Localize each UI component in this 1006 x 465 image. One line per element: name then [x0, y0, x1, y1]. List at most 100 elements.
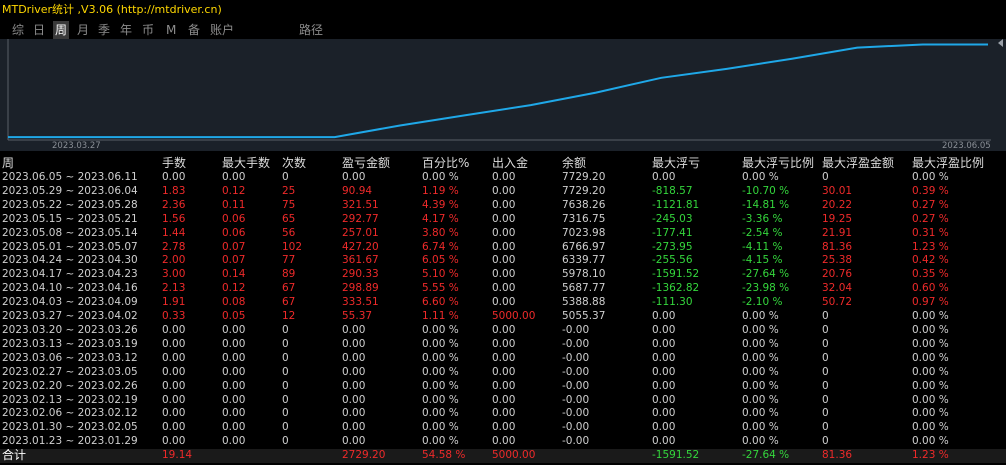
- column-header[interactable]: 最大浮盈金额: [820, 156, 910, 171]
- table-cell: 2023.02.06 ~ 2023.02.12: [2, 407, 138, 420]
- table-cell: 0.00 %: [422, 351, 459, 364]
- table-cell: 0.00: [342, 407, 366, 420]
- table-cell: 81.36: [820, 449, 910, 464]
- table-cell: 1.23 %: [912, 240, 949, 253]
- column-header[interactable]: 手数: [160, 156, 220, 171]
- table-cell: 5000.00: [490, 449, 560, 464]
- table-cell: 0: [822, 379, 829, 392]
- table-cell: 0.00: [652, 351, 676, 364]
- tab-3[interactable]: 月: [77, 21, 89, 39]
- table-cell: 2023.04.24 ~ 2023.04.30: [2, 254, 138, 267]
- table-row[interactable]: 2023.02.27 ~ 2023.03.05 0.00 0.00 0 0.00 0.00…: [0, 366, 1006, 380]
- tab-7[interactable]: M: [166, 21, 176, 39]
- table-cell: 2.00: [162, 254, 186, 267]
- table-cell: 0.00: [492, 268, 516, 281]
- table-row[interactable]: 2023.03.13 ~ 2023.03.19 0.00 0.00 0 0.00 0.00…: [0, 338, 1006, 352]
- table-row[interactable]: 2023.03.06 ~ 2023.03.12 0.00 0.00 0 0.00 0.00…: [0, 352, 1006, 366]
- table-cell: 0: [282, 365, 289, 378]
- table-cell: 3.00: [162, 268, 186, 281]
- table-cell: 2023.05.29 ~ 2023.06.04: [2, 184, 138, 197]
- table-row[interactable]: 2023.06.05 ~ 2023.06.11 0.00 0.00 0 0.00 0.00…: [0, 171, 1006, 185]
- table-row[interactable]: 2023.05.08 ~ 2023.05.14 1.44 0.06 56 257.01 3…: [0, 227, 1006, 241]
- column-header[interactable]: 余额: [560, 156, 650, 171]
- table-row[interactable]: 2023.04.10 ~ 2023.04.16 2.13 0.12 67 298.89 5…: [0, 282, 1006, 296]
- table-cell: 0: [822, 393, 829, 406]
- table-cell: 0.00: [162, 171, 186, 183]
- table-cell: 298.89: [342, 282, 379, 295]
- table-cell: 0.00: [162, 323, 186, 336]
- total-row[interactable]: 合计 19.14 2729.20 54.58 % 5000.00 -1591.52 -27.…: [0, 449, 1006, 464]
- table-cell: 333.51: [342, 296, 379, 309]
- tab-6[interactable]: 币: [142, 21, 154, 39]
- table-cell: 2023.05.22 ~ 2023.05.28: [2, 198, 138, 211]
- table-cell: 0.39 %: [912, 184, 949, 197]
- column-header[interactable]: 次数: [280, 156, 340, 171]
- table-cell: 0: [282, 171, 289, 183]
- table-row[interactable]: 2023.05.29 ~ 2023.06.04 1.83 0.12 25 90.94 1.…: [0, 185, 1006, 199]
- table-cell: 0.00 %: [422, 379, 459, 392]
- table-cell: 77: [282, 254, 296, 267]
- table-row[interactable]: 2023.01.30 ~ 2023.02.05 0.00 0.00 0 0.00 0.00…: [0, 421, 1006, 435]
- table-row[interactable]: 2023.04.03 ~ 2023.04.09 1.91 0.08 67 333.51 6…: [0, 296, 1006, 310]
- table-cell: 30.01: [822, 184, 853, 197]
- column-header[interactable]: 百分比%: [420, 156, 490, 171]
- column-header[interactable]: 最大浮亏: [650, 156, 740, 171]
- table-row[interactable]: 2023.02.13 ~ 2023.02.19 0.00 0.00 0 0.00 0.00…: [0, 394, 1006, 408]
- column-header[interactable]: 周: [0, 156, 160, 171]
- table-cell: 0.06: [222, 226, 246, 239]
- tab-0[interactable]: 综: [12, 21, 24, 39]
- table-row[interactable]: 2023.02.06 ~ 2023.02.12 0.00 0.00 0 0.00 0.00…: [0, 407, 1006, 421]
- table-cell: 2023.05.08 ~ 2023.05.14: [2, 226, 138, 239]
- table-cell: -1362.82: [652, 282, 700, 295]
- table-row[interactable]: 2023.03.20 ~ 2023.03.26 0.00 0.00 0 0.00 0.00…: [0, 324, 1006, 338]
- table-cell: 0.00: [492, 296, 516, 309]
- table-row[interactable]: 2023.04.17 ~ 2023.04.23 3.00 0.14 89 290.33 5…: [0, 268, 1006, 282]
- table-cell: 321.51: [342, 198, 379, 211]
- table-cell: 0.00 %: [912, 407, 949, 420]
- tab-2[interactable]: 周: [53, 21, 70, 39]
- table-row[interactable]: 2023.02.20 ~ 2023.02.26 0.00 0.00 0 0.00 0.00…: [0, 380, 1006, 394]
- tab-10[interactable]: 路径: [299, 21, 323, 39]
- tab-1[interactable]: 日: [33, 21, 45, 39]
- tab-9[interactable]: 账户: [210, 21, 234, 39]
- table-cell: 6.74 %: [422, 240, 459, 253]
- column-header[interactable]: 盈亏金额: [340, 156, 420, 171]
- table-cell: 0.00 %: [912, 337, 949, 350]
- tab-4[interactable]: 季: [98, 21, 110, 39]
- plot-area: [8, 39, 991, 151]
- table-cell: 0.00: [162, 393, 186, 406]
- table-cell: 0.00: [342, 435, 366, 448]
- column-header[interactable]: 出入金: [490, 156, 560, 171]
- table-cell: 0.06: [222, 212, 246, 225]
- table-cell: 0.27 %: [912, 198, 949, 211]
- table-cell: 0.00 %: [422, 421, 459, 434]
- table-cell: 12: [282, 310, 296, 323]
- tab-8[interactable]: 备: [188, 21, 200, 39]
- table-row[interactable]: 2023.01.23 ~ 2023.01.29 0.00 0.00 0 0.00 0.00…: [0, 435, 1006, 449]
- column-header[interactable]: 最大浮亏比例: [740, 156, 820, 171]
- table-cell: 0.07: [222, 254, 246, 267]
- table-row[interactable]: 2023.04.24 ~ 2023.04.30 2.00 0.07 77 361.67 6…: [0, 254, 1006, 268]
- tab-5[interactable]: 年: [120, 21, 132, 39]
- table-cell: -4.11 %: [742, 240, 783, 253]
- table-cell: 0.00 %: [912, 171, 949, 183]
- table-row[interactable]: 2023.05.15 ~ 2023.05.21 1.56 0.06 65 292.77 4…: [0, 213, 1006, 227]
- table-cell: 2023.01.30 ~ 2023.02.05: [2, 421, 138, 434]
- table-cell: 427.20: [342, 240, 379, 253]
- table-cell: -0.00: [562, 379, 590, 392]
- table-cell: -1591.52: [652, 268, 700, 281]
- table-row[interactable]: 2023.05.01 ~ 2023.05.07 2.78 0.07 102 427.20…: [0, 241, 1006, 255]
- table-cell: -0.00: [562, 337, 590, 350]
- table-cell: 5055.37: [562, 310, 606, 323]
- table-row[interactable]: 2023.05.22 ~ 2023.05.28 2.36 0.11 75 321.51 4…: [0, 199, 1006, 213]
- column-header[interactable]: 最大浮盈比例: [910, 156, 1006, 171]
- table-cell: 2729.20: [340, 449, 420, 464]
- table-cell: 6.60 %: [422, 296, 459, 309]
- table-cell: 0.00: [492, 240, 516, 253]
- column-header[interactable]: 最大手数: [220, 156, 280, 171]
- table-cell: 0.35 %: [912, 268, 949, 281]
- table-cell: 0.60 %: [912, 282, 949, 295]
- table-cell: 0.00: [492, 393, 516, 406]
- table-cell: 65: [282, 212, 296, 225]
- table-row[interactable]: 2023.03.27 ~ 2023.04.02 0.33 0.05 12 55.37 1.…: [0, 310, 1006, 324]
